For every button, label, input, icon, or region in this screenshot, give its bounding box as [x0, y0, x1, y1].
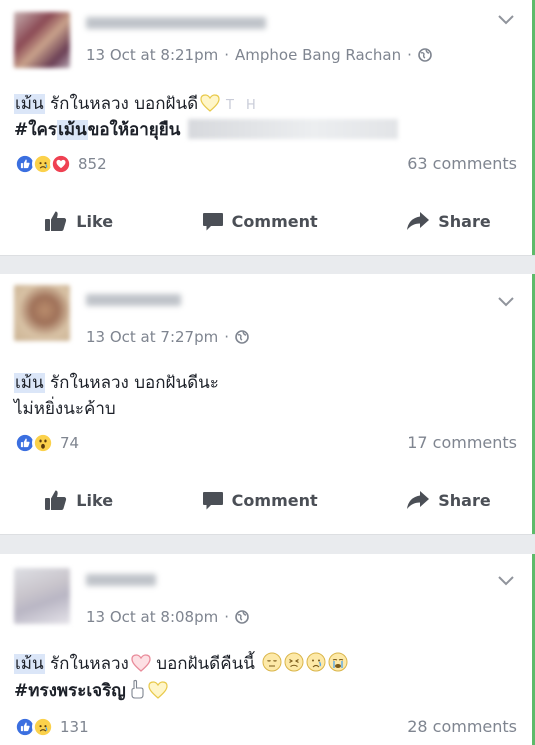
- svg-text:T: T: [225, 98, 234, 112]
- like-button[interactable]: Like: [44, 489, 113, 511]
- author-name-redacted[interactable]: [86, 574, 156, 586]
- comment-icon: [202, 213, 223, 231]
- comment-button[interactable]: Comment: [202, 210, 318, 232]
- author-name-redacted[interactable]: [86, 294, 181, 306]
- share-arrow-icon: [407, 212, 430, 230]
- post-meta: 13 Oct at 8:21pm · Amphoe Bang Rachan ·: [86, 46, 432, 64]
- reaction-count: 131: [60, 718, 89, 736]
- post-text-line1: เม้น รักในหลวง บอกฝันดีนะ: [14, 373, 219, 393]
- post-timestamp[interactable]: 13 Oct at 7:27pm: [86, 328, 218, 346]
- post-text-line2: #ใครเม้นขอให้อายุยืน: [14, 118, 399, 142]
- hashtag[interactable]: #ใครเม้นขอให้อายุยืน: [14, 120, 180, 140]
- wow-icon: [32, 432, 54, 454]
- avatar[interactable]: [14, 285, 70, 341]
- globe-icon: [235, 330, 249, 344]
- chevron-down-icon[interactable]: [497, 296, 515, 308]
- sad-icon: [32, 716, 54, 738]
- mention-highlight[interactable]: เม้น: [14, 373, 45, 393]
- chevron-down-icon[interactable]: [497, 575, 515, 587]
- sobbing-face-icon: [328, 652, 348, 672]
- share-button[interactable]: Share: [406, 490, 491, 510]
- th-flag-blur-icon: TH: [225, 98, 256, 112]
- mention-highlight[interactable]: เม้น: [14, 94, 45, 114]
- post-timestamp[interactable]: 13 Oct at 8:08pm: [86, 608, 218, 626]
- globe-icon: [418, 48, 432, 62]
- reaction-summary[interactable]: 74: [14, 431, 79, 455]
- raised-finger-icon: [131, 679, 144, 699]
- post-meta: 13 Oct at 8:08pm ·: [86, 608, 249, 626]
- comments-count[interactable]: 28 comments: [407, 717, 517, 736]
- yellow-heart-icon: [200, 94, 220, 112]
- post-meta: 13 Oct at 7:27pm ·: [86, 328, 249, 346]
- post-text-line2: ไม่หยิ่งนะค้าบ: [14, 399, 116, 419]
- reaction-count: 852: [78, 155, 107, 173]
- share-button[interactable]: Share: [406, 211, 491, 231]
- post-card: 13 Oct at 8:08pm · เม้น รักในหลวง บอกฝันด…: [0, 554, 535, 745]
- comment-button[interactable]: Comment: [202, 489, 318, 511]
- globe-icon: [235, 610, 249, 624]
- reaction-count: 74: [60, 434, 80, 452]
- share-arrow-icon: [407, 491, 430, 509]
- reaction-summary[interactable]: 131: [14, 715, 89, 739]
- thumbs-up-icon: [45, 211, 67, 231]
- action-bar: Like Comment Share: [0, 201, 535, 241]
- comments-count[interactable]: 63 comments: [407, 154, 517, 173]
- crying-face-icon: [306, 652, 326, 672]
- action-bar: Like Comment Share: [0, 480, 535, 520]
- pink-heart-icon: [131, 654, 151, 672]
- mention-highlight[interactable]: เม้น: [14, 654, 45, 674]
- pensive-face-icon: [262, 652, 282, 672]
- post-location[interactable]: Amphoe Bang Rachan: [235, 46, 401, 64]
- feed: 13 Oct at 8:21pm · Amphoe Bang Rachan · เม้…: [0, 0, 535, 745]
- post-timestamp[interactable]: 13 Oct at 8:21pm: [86, 46, 218, 64]
- like-button[interactable]: Like: [44, 210, 113, 232]
- svg-text:H: H: [246, 98, 256, 112]
- comments-count[interactable]: 17 comments: [407, 433, 517, 452]
- hashtag[interactable]: #ทรงพระเจริญ: [14, 681, 126, 701]
- post-text-line1: เม้น รักในหลวง บอกฝันดี T H: [14, 92, 262, 116]
- post-text-line2: #ทรงพระเจริญ: [14, 679, 168, 703]
- redacted-text: [188, 119, 399, 139]
- love-icon: [50, 153, 72, 175]
- reaction-summary[interactable]: 852: [14, 152, 107, 176]
- avatar[interactable]: [14, 568, 70, 624]
- comment-icon: [202, 492, 223, 510]
- persevering-face-icon: [284, 652, 304, 672]
- author-name-redacted[interactable]: [86, 17, 266, 29]
- post-card: 13 Oct at 8:21pm · Amphoe Bang Rachan · เม้…: [0, 0, 535, 256]
- avatar[interactable]: [14, 12, 70, 68]
- thumbs-up-icon: [45, 490, 67, 510]
- yellow-heart-icon: [148, 681, 168, 699]
- post-card: 13 Oct at 7:27pm · เม้น รักในหลวง บอกฝันด…: [0, 274, 535, 535]
- chevron-down-icon[interactable]: [497, 14, 515, 26]
- post-text-line1: เม้น รักในหลวง บอกฝันดีคืนนี้: [14, 652, 348, 676]
